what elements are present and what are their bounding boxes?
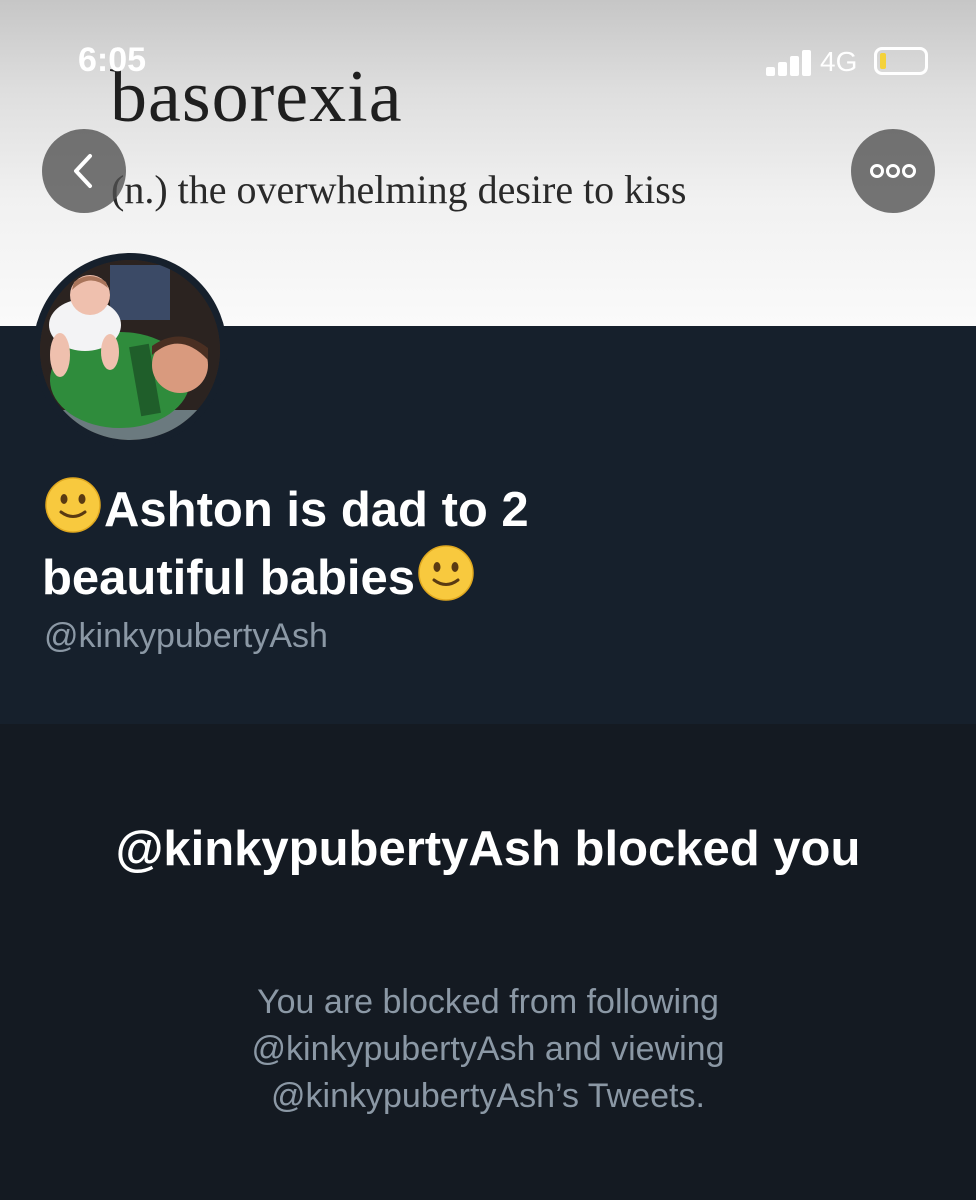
battery-icon <box>874 47 928 75</box>
banner-definition: (n.) the overwhelming desire to kiss <box>111 167 687 212</box>
blocked-notice: @kinkypubertyAsh blocked you You are blo… <box>0 724 976 1200</box>
banner-word: basorexia <box>110 56 403 138</box>
status-time: 6:05 <box>78 41 147 79</box>
profile-display-name: Ashton is dad to 2 beautiful babies <box>42 476 722 612</box>
smiling-face-icon <box>44 476 102 534</box>
more-dots-icon <box>870 164 916 178</box>
signal-icon <box>766 50 812 76</box>
avatar[interactable] <box>33 253 227 447</box>
display-name-text-2: beautiful babies <box>42 551 416 605</box>
back-button[interactable] <box>42 129 126 213</box>
avatar-photo <box>40 260 220 440</box>
blocked-description: You are blocked from following @kinkypub… <box>251 983 725 1115</box>
profile-handle: @kinkypubertyAsh <box>44 617 328 655</box>
more-options-button[interactable] <box>851 129 935 213</box>
chevron-left-icon <box>74 154 92 188</box>
network-type: 4G <box>820 46 858 77</box>
blocked-title: @kinkypubertyAsh blocked you <box>115 822 861 876</box>
display-name-text-1: Ashton is dad to 2 <box>104 483 529 537</box>
smiling-face-icon <box>417 544 475 602</box>
